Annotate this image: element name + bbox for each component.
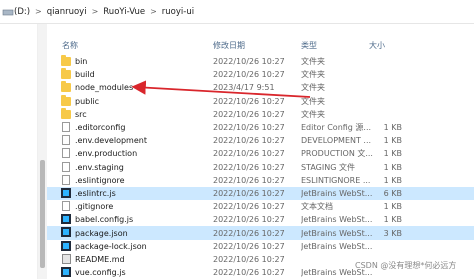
jetbrains-icon <box>61 214 71 225</box>
file-icon <box>62 201 70 212</box>
file-name: bin <box>75 57 88 67</box>
file-name: babel.config.js <box>75 215 134 225</box>
file-name: README.md <box>75 254 125 264</box>
file-size: 1 KB <box>383 123 402 133</box>
file-name: node_modules <box>75 83 134 93</box>
file-row-node-modules[interactable]: node_modules 2023/4/17 9:51 文件夹 <box>47 81 474 94</box>
file-size: 6 KB <box>383 188 402 198</box>
file-type: JetBrains WebSt... <box>301 241 373 251</box>
file-name: package-lock.json <box>75 241 147 251</box>
file-date: 2022/10/26 10:27 <box>213 136 285 146</box>
file-date: 2022/10/26 10:27 <box>213 241 285 251</box>
file-type: 文件夹 <box>301 57 325 67</box>
file-name: build <box>75 70 95 80</box>
column-header-size[interactable]: 大小 <box>369 40 385 51</box>
breadcrumb-part-qianruoyi[interactable]: qianruoyi <box>47 7 87 17</box>
column-header-date[interactable]: 修改日期 <box>213 40 245 51</box>
file-row-eslintignore[interactable]: .eslintignore 2022/10/26 10:27 ESLINTIGN… <box>47 174 474 187</box>
file-name: .editorconfig <box>75 123 126 133</box>
file-name: package.json <box>75 228 128 238</box>
breadcrumb-separator: > <box>150 7 157 16</box>
markdown-icon <box>62 253 71 264</box>
file-type: 文件夹 <box>301 109 325 119</box>
file-icon <box>62 148 70 159</box>
file-row-env-production[interactable]: .env.production 2022/10/26 10:27 PRODUCT… <box>47 147 474 160</box>
file-size: 3 KB <box>383 228 402 238</box>
file-row-public[interactable]: public 2022/10/26 10:27 文件夹 <box>47 94 474 108</box>
file-name: public <box>75 96 100 106</box>
file-size: 1 KB <box>383 136 402 146</box>
file-icon <box>62 135 70 146</box>
file-date: 2022/10/26 10:27 <box>213 57 285 67</box>
file-row-babel-config[interactable]: babel.config.js 2022/10/26 10:27 JetBrai… <box>47 213 474 226</box>
file-date: 2022/10/26 10:27 <box>213 162 285 172</box>
file-row-editorconfig[interactable]: .editorconfig 2022/10/26 10:27 Editor Co… <box>47 121 474 134</box>
file-date: 2022/10/26 10:27 <box>213 96 285 106</box>
file-row-eslintrc[interactable]: .eslintrc.js 2022/10/26 10:27 JetBrains … <box>47 186 474 201</box>
file-date: 2022/10/26 10:27 <box>213 228 285 238</box>
file-row-gitignore[interactable]: .gitignore 2022/10/26 10:27 文本文档 1 KB <box>47 200 474 213</box>
column-header-type[interactable]: 类型 <box>301 40 317 51</box>
file-date: 2022/10/26 10:27 <box>213 202 285 212</box>
file-name: .env.development <box>75 136 147 146</box>
file-row-package-lock[interactable]: package-lock.json 2022/10/26 10:27 JetBr… <box>47 240 474 253</box>
file-row-env-development[interactable]: .env.development 2022/10/26 10:27 DEVELO… <box>47 134 474 147</box>
file-row-bin[interactable]: bin 2022/10/26 10:27 文件夹 <box>47 55 474 68</box>
folder-icon <box>61 68 71 80</box>
file-row-env-staging[interactable]: .env.staging 2022/10/26 10:27 STAGING 文件… <box>47 161 474 174</box>
file-row-src[interactable]: src 2022/10/26 10:27 文件夹 <box>47 107 474 121</box>
breadcrumb-separator: > <box>35 7 42 16</box>
file-name: vue.config.js <box>75 268 126 278</box>
jetbrains-icon <box>61 187 71 198</box>
watermark-text: CSDN @没有理想*何必远方 <box>355 261 457 270</box>
file-type: 文件夹 <box>301 83 325 93</box>
file-date: 2022/10/26 10:27 <box>213 175 285 185</box>
file-size: 1 KB <box>383 202 402 212</box>
file-size: 1 KB <box>383 149 402 159</box>
file-name: .env.staging <box>75 162 124 172</box>
breadcrumb-part-ruoyi-vue[interactable]: RuoYi-Vue <box>103 7 145 17</box>
jetbrains-icon <box>61 267 71 277</box>
file-date: 2022/10/26 10:27 <box>213 268 285 278</box>
file-date: 2022/10/26 10:27 <box>213 109 285 119</box>
breadcrumb: (D:) > qianruoyi > RuoYi-Vue > ruoyi-ui <box>0 0 474 24</box>
folder-icon <box>61 55 71 66</box>
file-type: 文件夹 <box>301 96 325 106</box>
file-size: 1 KB <box>383 175 402 185</box>
file-date: 2022/10/26 10:27 <box>213 188 285 198</box>
file-icon <box>62 121 70 132</box>
file-row-build[interactable]: build 2022/10/26 10:27 文件夹 <box>47 68 474 81</box>
file-list: bin 2022/10/26 10:27 文件夹 build 2022/10/2… <box>47 55 474 279</box>
file-size: 1 KB <box>383 162 402 172</box>
file-icon <box>62 174 70 185</box>
navigation-pane[interactable] <box>0 24 38 279</box>
file-name: .eslintignore <box>75 175 125 185</box>
file-date: 2022/10/26 10:27 <box>213 149 285 159</box>
folder-icon <box>61 107 71 119</box>
folder-icon <box>61 94 71 106</box>
file-date: 2022/10/26 10:27 <box>213 70 285 80</box>
file-name: src <box>75 109 87 119</box>
breadcrumb-separator: > <box>91 7 99 16</box>
file-icon <box>62 161 70 172</box>
file-type: 文件夹 <box>301 70 325 80</box>
drive-icon <box>2 7 14 17</box>
column-header-row: 名称 修改日期 类型 大小 <box>47 36 474 54</box>
file-date: 2022/10/26 10:27 <box>213 123 285 133</box>
file-date: 2023/4/17 9:51 <box>213 83 275 93</box>
file-name: .eslintrc.js <box>75 188 116 198</box>
file-date: 2022/10/26 10:27 <box>213 215 285 225</box>
file-name: .env.production <box>75 149 138 159</box>
breadcrumb-drive[interactable]: (D:) <box>14 7 30 17</box>
breadcrumb-part-ruoyi-ui[interactable]: ruoyi-ui <box>162 7 194 17</box>
jetbrains-icon <box>61 240 71 251</box>
column-header-name[interactable]: 名称 <box>62 40 78 51</box>
file-name: .gitignore <box>75 202 114 212</box>
file-size: 1 KB <box>383 215 402 225</box>
navigation-scrollbar-thumb[interactable] <box>40 160 45 268</box>
file-row-package-json[interactable]: package.json 2022/10/26 10:27 JetBrains … <box>47 226 474 240</box>
folder-icon <box>61 81 71 93</box>
file-date: 2022/10/26 10:27 <box>213 254 285 264</box>
jetbrains-icon <box>61 227 71 238</box>
